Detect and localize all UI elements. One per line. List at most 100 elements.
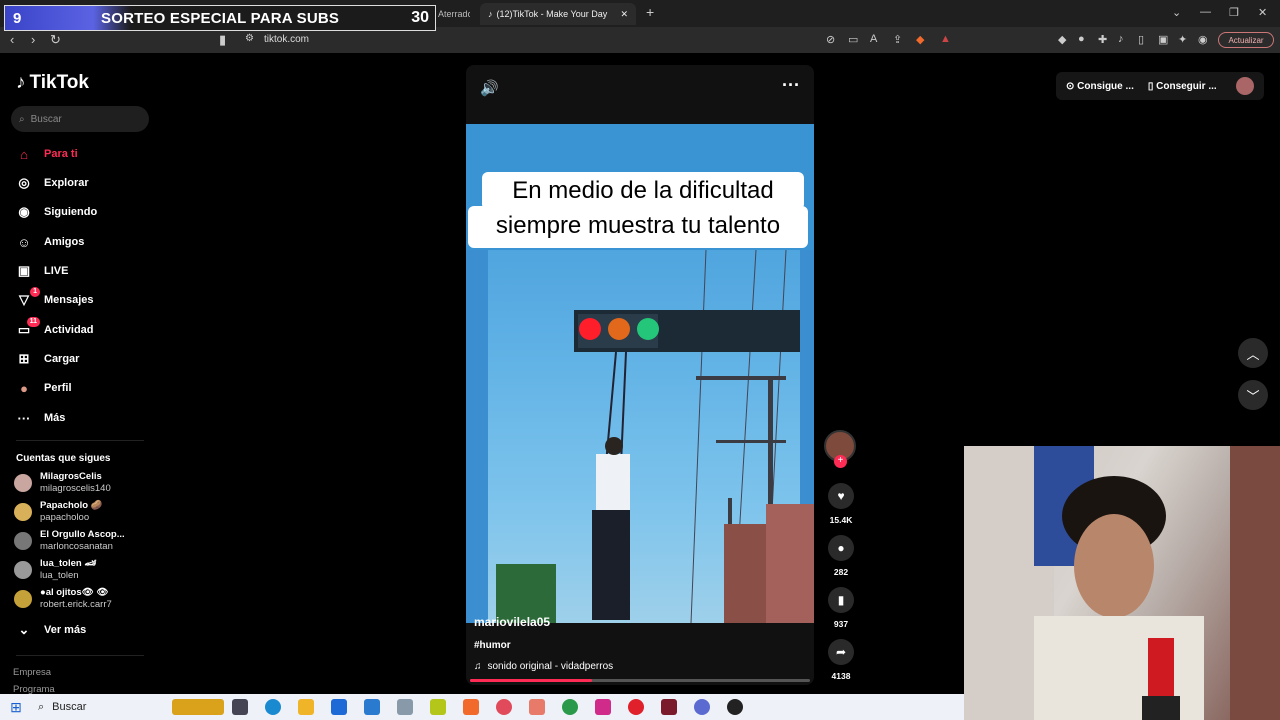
bookmark-icon[interactable]: ▮	[219, 32, 226, 48]
sidebar-item-cargar[interactable]: ⊞ Cargar	[16, 349, 80, 369]
translate-icon[interactable]: A	[870, 33, 877, 45]
search-input[interactable]: ⌕ Buscar	[11, 106, 149, 132]
share-button[interactable]: ➦ 4138	[826, 639, 856, 681]
mail-icon[interactable]	[364, 699, 380, 715]
video-scene	[466, 249, 814, 623]
taskbar-search-label: Buscar	[52, 701, 87, 713]
sidebar-item-live[interactable]: ▣ LIVE	[16, 261, 69, 281]
save-button[interactable]: ▮ 937	[826, 587, 856, 629]
volume-icon[interactable]: 🔊	[480, 79, 499, 97]
wallet2-icon[interactable]: ▣	[1158, 33, 1168, 46]
app-icon[interactable]	[397, 699, 413, 715]
share-icon[interactable]: ⇪	[893, 33, 902, 46]
no-tracking-icon[interactable]: ⊘	[826, 33, 835, 46]
browser-tab-active[interactable]: ♪ (12)TikTok - Make Your Day ✕	[480, 3, 636, 25]
wallet-icon[interactable]: ◆	[1058, 33, 1066, 46]
video-music[interactable]: ♫ sonido original - vidadperros	[474, 661, 613, 672]
app-icon[interactable]	[628, 699, 644, 715]
store-icon[interactable]	[331, 699, 347, 715]
sidebar-item-mas[interactable]: ··· Más	[16, 408, 66, 428]
close-window-button[interactable]: ✕	[1258, 6, 1267, 19]
tiktok-logo[interactable]: ♪ TikTok	[16, 72, 89, 94]
sidebar-item-amigos[interactable]: ☺ Amigos	[16, 232, 84, 252]
cast-icon[interactable]: ▭	[848, 33, 858, 46]
live-icon: ▣	[17, 263, 31, 278]
chevron-down-icon: ⌄	[18, 622, 30, 637]
app-icon[interactable]	[430, 699, 446, 715]
footer-link-empresa[interactable]: Empresa	[13, 667, 51, 678]
profile-avatar[interactable]	[1236, 77, 1254, 95]
account-handle: milagroscelis140	[40, 483, 111, 494]
previous-video-button[interactable]: ︿	[1238, 338, 1268, 368]
video-progress-bar[interactable]	[470, 679, 810, 682]
instagram-icon[interactable]	[595, 699, 611, 715]
video-author[interactable]: mariovilela05	[474, 615, 550, 629]
file-explorer-icon[interactable]	[298, 699, 314, 715]
sidebar-item-siguiendo[interactable]: ◉ Siguiendo	[16, 202, 97, 222]
sidebar-item-perfil[interactable]: ● Perfil	[16, 378, 71, 398]
site-info-icon[interactable]: ⚙	[245, 33, 254, 44]
followed-account[interactable]: El Orgullo Ascop... marloncosanatan	[14, 528, 125, 554]
follow-plus-icon[interactable]: +	[834, 455, 847, 468]
brave-rewards-icon[interactable]: ▲	[940, 33, 951, 45]
search-highlight-icon[interactable]	[172, 699, 224, 715]
vpn-icon[interactable]: ◉	[1198, 33, 1208, 46]
webcam-overlay	[964, 446, 1280, 720]
brave-icon[interactable]	[463, 699, 479, 715]
overlay-right-number: 30	[411, 9, 429, 26]
leo-icon[interactable]: ✦	[1178, 33, 1187, 46]
see-more-button[interactable]: ⌄ Ver más	[16, 620, 87, 640]
app-icon[interactable]	[496, 699, 512, 715]
app-icon[interactable]	[529, 699, 545, 715]
followed-account[interactable]: Papacholo 🥔 papacholoo	[14, 499, 103, 525]
minimize-button[interactable]: —	[1200, 6, 1211, 18]
sidebar-item-explorar[interactable]: ◎ Explorar	[16, 173, 89, 193]
sidebar-icon[interactable]: ▯	[1138, 33, 1144, 46]
edge-icon[interactable]	[265, 699, 281, 715]
account-handle: robert.erick.carr7	[40, 599, 112, 610]
chrome-icon[interactable]	[562, 699, 578, 715]
extension-icon[interactable]: ●	[1078, 33, 1085, 45]
restore-button[interactable]: ❐	[1229, 6, 1239, 19]
reload-icon[interactable]: ↻	[50, 32, 61, 48]
back-icon[interactable]: ‹	[10, 32, 14, 47]
sidebar-item-label: Para ti	[44, 148, 78, 160]
task-view-icon[interactable]	[232, 699, 248, 715]
share-count: 4138	[831, 671, 851, 681]
brave-shield-icon[interactable]: ◆	[916, 33, 924, 46]
tab-label: (12)TikTok - Make Your Day	[496, 9, 608, 19]
share-arrow-icon: ➦	[828, 639, 854, 665]
get-app-button[interactable]: ▯ Conseguir ...	[1148, 81, 1217, 92]
more-options-icon[interactable]: ···	[782, 75, 800, 96]
discord-icon[interactable]	[694, 699, 710, 715]
get-coins-button[interactable]: ⊙ Consigue ...	[1066, 81, 1134, 92]
obs-icon[interactable]	[727, 699, 743, 715]
taskbar-search[interactable]: ⌕ Buscar	[32, 701, 182, 714]
sidebar-item-label: Actividad	[44, 324, 94, 336]
video-player[interactable]: 🔊 ··· En medio de la dificultad siempre …	[466, 65, 814, 685]
comment-button[interactable]: ● 282	[826, 535, 856, 577]
puzzle-icon[interactable]: ✚	[1098, 33, 1107, 46]
divider	[16, 655, 144, 656]
sidebar-item-mensajes[interactable]: ▽ 1 Mensajes	[16, 287, 94, 310]
next-video-button[interactable]: ﹀	[1238, 380, 1268, 410]
forward-icon[interactable]: ›	[31, 32, 35, 47]
address-bar[interactable]: tiktok.com	[264, 34, 309, 45]
like-button[interactable]: ♥ 15.4K	[826, 483, 856, 525]
sidebar-item-actividad[interactable]: ▭ 11 Actividad	[16, 317, 94, 340]
sidebar-item-para-ti[interactable]: ⌂ Para ti	[16, 144, 78, 164]
video-frame[interactable]: En medio de la dificultad siempre muestr…	[466, 124, 814, 623]
logo-text: TikTok	[29, 72, 89, 93]
update-button[interactable]: Actualizar	[1218, 32, 1274, 48]
music-icon[interactable]: ♪	[1118, 33, 1124, 45]
followed-account[interactable]: lua_tolen 🏎 lua_tolen	[14, 557, 96, 583]
video-hashtags[interactable]: #humor	[474, 640, 511, 651]
windows-start-icon[interactable]: ⊞	[0, 699, 32, 716]
followed-account[interactable]: MilagrosCelis milagroscelis140	[14, 470, 111, 496]
app-icon[interactable]	[661, 699, 677, 715]
new-tab-button[interactable]: +	[646, 4, 654, 20]
sidebar-item-label: Explorar	[44, 177, 89, 189]
followed-account[interactable]: ●al ojitos👁 👁 robert.erick.carr7	[14, 586, 112, 612]
close-tab-icon[interactable]: ✕	[620, 9, 628, 20]
tab-search-icon[interactable]: ⌄	[1172, 6, 1181, 19]
